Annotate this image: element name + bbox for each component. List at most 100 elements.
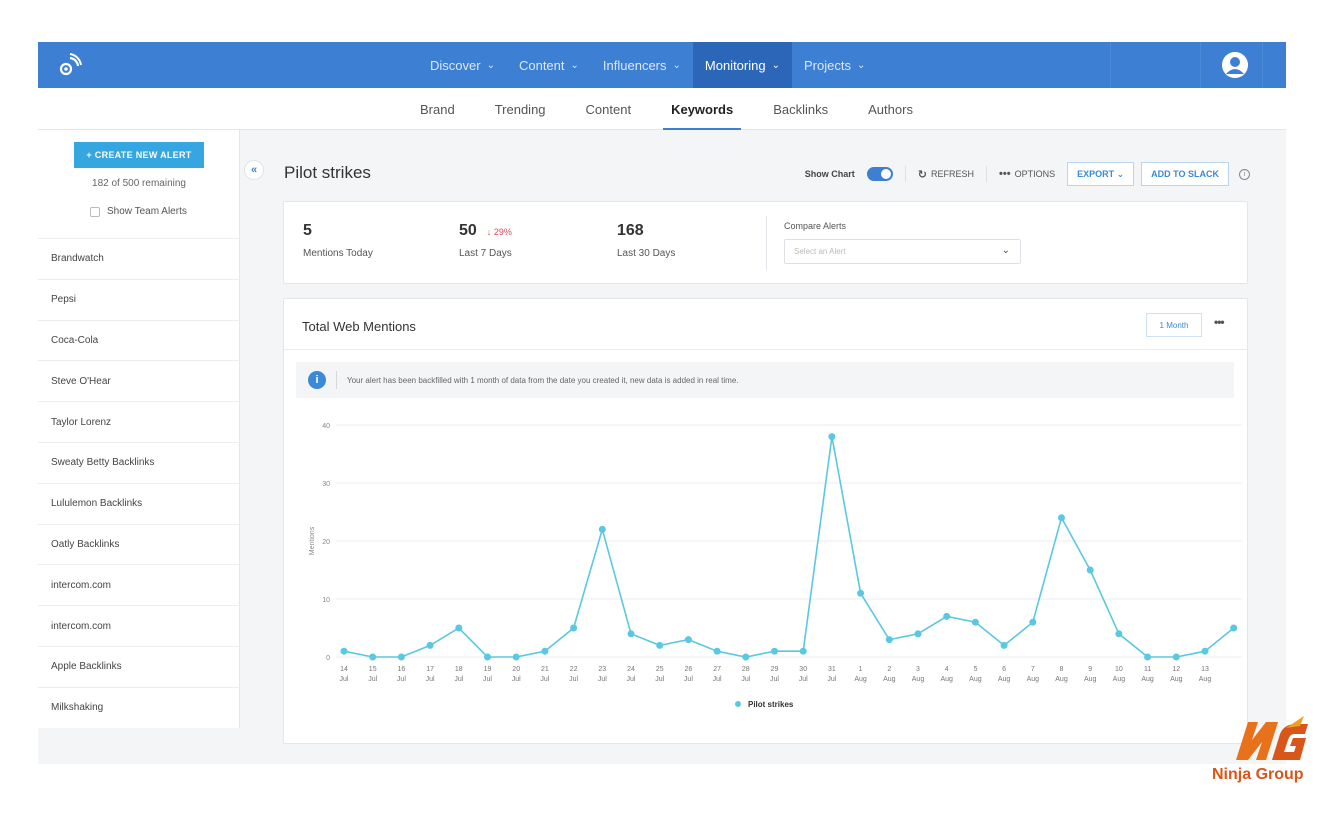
data-point — [1201, 647, 1209, 655]
stat-change-value: 29% — [493, 227, 512, 237]
mentions-line-chart: 010203040Mentions14Jul15Jul16Jul17Jul18J… — [309, 423, 1242, 709]
x-tick-month: Jul — [598, 676, 607, 683]
x-tick-month: Jul — [454, 676, 463, 683]
y-tick-label: 20 — [322, 539, 330, 546]
nav-discover[interactable]: Discover ⌄ — [418, 42, 507, 88]
x-tick-month: Aug — [912, 676, 925, 683]
tab-backlinks[interactable]: Backlinks — [773, 88, 828, 130]
data-point — [397, 653, 405, 661]
x-tick-day: 6 — [1002, 666, 1006, 673]
x-tick-day: 31 — [828, 666, 836, 673]
x-tick-month: Aug — [883, 676, 896, 683]
compare-alerts-placeholder: Select an Alert — [794, 247, 846, 256]
x-tick-month: Jul — [340, 676, 349, 683]
nav-divider — [1262, 42, 1263, 88]
add-to-slack-button[interactable]: ADD TO SLACK — [1141, 162, 1229, 186]
x-tick-month: Jul — [512, 676, 521, 683]
options-button[interactable]: ••• OPTIONS — [999, 168, 1055, 180]
tab-brand[interactable]: Brand — [420, 88, 455, 130]
alert-item[interactable]: Apple Backlinks — [38, 645, 240, 687]
tab-content[interactable]: Content — [586, 88, 632, 130]
export-button[interactable]: EXPORT ⌄ — [1067, 162, 1135, 186]
show-team-alerts-toggle[interactable]: Show Team Alerts — [90, 206, 187, 217]
alert-item[interactable]: Pepsi — [38, 278, 240, 320]
stat-value-row: 50 ↓ 29% — [459, 222, 512, 240]
x-tick-month: Aug — [1027, 676, 1040, 683]
create-new-alert-button[interactable]: + CREATE NEW ALERT — [74, 142, 204, 168]
nav-monitoring[interactable]: Monitoring ⌄ — [692, 42, 792, 88]
x-tick-day: 27 — [713, 666, 721, 673]
team-alerts-checkbox[interactable] — [90, 206, 100, 217]
export-label: EXPORT — [1077, 169, 1115, 179]
refresh-button[interactable]: ↻ REFRESH — [918, 168, 974, 181]
x-tick-month: Aug — [1141, 676, 1154, 683]
data-point — [857, 589, 865, 597]
alert-item[interactable]: Coca-Cola — [38, 319, 240, 361]
stats-card: 5 Mentions Today 50 ↓ 29% Last 7 Days 168… — [283, 201, 1248, 284]
tab-authors[interactable]: Authors — [868, 88, 913, 130]
stat-label: Last 7 Days — [459, 248, 512, 259]
alert-item[interactable]: Lululemon Backlinks — [38, 482, 240, 524]
x-tick-month: Jul — [684, 676, 693, 683]
stat-last-30-days: 168 Last 30 Days — [617, 222, 675, 259]
x-tick-day: 15 — [369, 666, 377, 673]
x-tick-day: 7 — [1031, 666, 1035, 673]
x-tick-day: 19 — [484, 666, 492, 673]
x-tick-day: 5 — [973, 666, 977, 673]
stat-value: 5 — [303, 222, 312, 239]
team-alerts-label: Show Team Alerts — [107, 206, 187, 217]
data-point — [1115, 630, 1123, 638]
alert-item[interactable]: Sweaty Betty Backlinks — [38, 441, 240, 483]
data-point — [971, 618, 979, 626]
y-tick-label: 10 — [322, 597, 330, 604]
chevron-down-icon: ⌄ — [1116, 168, 1125, 179]
nav-content[interactable]: Content ⌄ — [507, 42, 591, 88]
tab-keywords[interactable]: Keywords — [663, 88, 742, 130]
alert-item[interactable]: intercom.com — [38, 564, 240, 605]
chevron-down-icon: ⌄ — [672, 59, 681, 71]
data-point — [340, 647, 348, 655]
nav-influencers-label: Influencers — [602, 57, 667, 73]
sub-nav: Brand Trending Content Keywords Backlink… — [38, 88, 1286, 130]
sub-nav-tabs: Brand Trending Content Keywords Backlink… — [400, 88, 933, 130]
alert-item[interactable]: Milkshaking — [38, 686, 240, 728]
nav-influencers[interactable]: Influencers ⌄ — [591, 42, 693, 88]
show-chart-toggle[interactable] — [866, 167, 893, 181]
x-tick-month: Jul — [713, 676, 722, 683]
x-tick-day: 21 — [541, 666, 549, 673]
x-tick-month: Jul — [741, 676, 750, 683]
web-mentions-card: Total Web Mentions 1 Month ••• i Your al… — [283, 298, 1248, 744]
x-tick-day: 3 — [916, 666, 920, 673]
legend-label: Pilot strikes — [748, 700, 794, 709]
watermark-text: Ninja Group — [1212, 766, 1304, 783]
alert-item[interactable]: Oatly Backlinks — [38, 523, 240, 565]
tab-trending[interactable]: Trending — [495, 88, 546, 130]
data-point — [484, 653, 491, 661]
stat-value: 168 — [617, 222, 644, 239]
x-tick-month: Jul — [569, 676, 578, 683]
alert-item[interactable]: Taylor Lorenz — [38, 401, 240, 442]
info-icon[interactable]: i — [1239, 168, 1250, 180]
data-point — [627, 630, 635, 638]
data-point — [771, 647, 778, 655]
collapse-sidebar-button[interactable]: « — [244, 160, 264, 180]
app-logo-icon[interactable] — [58, 53, 82, 77]
x-tick-month: Aug — [1084, 676, 1097, 683]
chevron-down-icon: ⌄ — [570, 59, 579, 71]
y-tick-label: 40 — [322, 423, 330, 430]
alert-item[interactable]: Steve O'Hear — [38, 360, 240, 401]
nav-projects[interactable]: Projects ⌄ — [792, 42, 877, 88]
x-tick-day: 28 — [742, 666, 750, 673]
x-tick-month: Aug — [1199, 676, 1212, 683]
x-tick-month: Jul — [627, 676, 636, 683]
x-tick-day: 20 — [512, 666, 520, 673]
user-avatar-icon[interactable] — [1222, 52, 1248, 78]
x-tick-month: Jul — [397, 676, 406, 683]
data-point — [713, 647, 721, 655]
data-point — [943, 612, 951, 620]
chevron-down-icon: ⌄ — [1001, 245, 1010, 256]
compare-alerts-select[interactable]: Select an Alert ⌄ — [784, 239, 1021, 264]
x-tick-day: 8 — [1060, 666, 1064, 673]
alert-item[interactable]: intercom.com — [38, 605, 240, 646]
alert-item[interactable]: Brandwatch — [38, 238, 240, 279]
